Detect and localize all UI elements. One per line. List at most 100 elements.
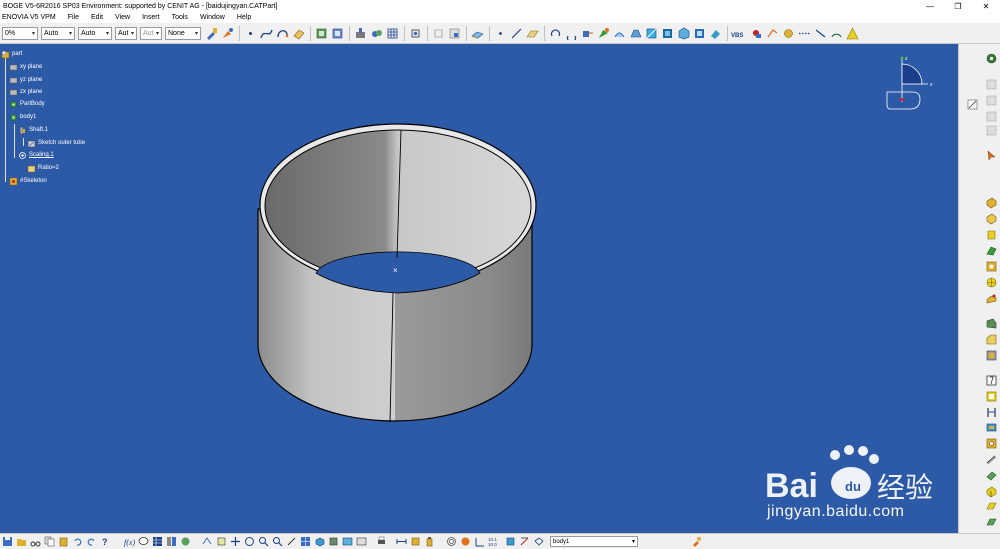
knowledge-icon[interactable] bbox=[781, 26, 795, 40]
redo-icon[interactable] bbox=[86, 536, 97, 547]
point-icon[interactable] bbox=[243, 26, 257, 40]
line-type-combo[interactable]: Auto ▾ bbox=[78, 26, 112, 40]
fill-icon[interactable] bbox=[644, 26, 658, 40]
copy-icon[interactable] bbox=[44, 536, 55, 547]
fillet-icon[interactable] bbox=[985, 317, 998, 330]
fit-all-in-icon[interactable] bbox=[216, 536, 227, 547]
helix-icon[interactable] bbox=[275, 26, 289, 40]
disabled-tool-icon[interactable] bbox=[985, 94, 998, 107]
menu-insert[interactable]: Insert bbox=[136, 14, 166, 21]
point-tool-icon[interactable] bbox=[493, 26, 507, 40]
arc-icon[interactable] bbox=[829, 26, 843, 40]
fit-all-icon[interactable] bbox=[408, 26, 422, 40]
surface-split-icon[interactable] bbox=[985, 469, 998, 482]
warning-icon[interactable] bbox=[845, 26, 859, 40]
tree-node-zx-plane[interactable]: zx plane bbox=[9, 87, 42, 97]
fly-mode-icon[interactable] bbox=[202, 536, 213, 547]
tree-node-partbody[interactable]: PartBody bbox=[9, 99, 45, 109]
compass-icon[interactable]: z x bbox=[882, 54, 942, 116]
symmetry-icon[interactable] bbox=[564, 26, 578, 40]
shading-icon[interactable] bbox=[328, 536, 339, 547]
paint-brush-icon[interactable] bbox=[204, 26, 218, 40]
mirror-icon[interactable] bbox=[985, 406, 998, 419]
line-tool-icon[interactable] bbox=[509, 26, 523, 40]
pad-icon[interactable] bbox=[985, 196, 998, 209]
draft-icon[interactable] bbox=[985, 349, 998, 362]
tree-node-xy-plane[interactable]: xy plane bbox=[9, 62, 42, 72]
translate-icon[interactable] bbox=[580, 26, 594, 40]
polyline-icon[interactable] bbox=[813, 26, 827, 40]
multi-view-icon[interactable] bbox=[300, 536, 311, 547]
parameters-icon[interactable] bbox=[519, 536, 530, 547]
color-icon[interactable] bbox=[460, 536, 471, 547]
add-body-icon[interactable] bbox=[985, 500, 998, 513]
tree-node-sketch-outer-tube[interactable]: Sketch outer tube bbox=[27, 138, 85, 148]
wireframe-icon[interactable] bbox=[533, 536, 544, 547]
sweep-icon[interactable] bbox=[596, 26, 610, 40]
trim-icon[interactable] bbox=[692, 26, 706, 40]
multi-section-icon[interactable] bbox=[660, 26, 674, 40]
disabled-tool-icon[interactable] bbox=[985, 78, 998, 91]
shaft-tool-icon[interactable] bbox=[985, 228, 998, 241]
assemble-icon[interactable] bbox=[985, 485, 998, 498]
pointer-hand-icon[interactable] bbox=[765, 26, 779, 40]
dotted-line-icon[interactable] bbox=[797, 26, 811, 40]
normal-view-icon[interactable] bbox=[286, 536, 297, 547]
law-icon[interactable] bbox=[180, 536, 191, 547]
zoom-out-icon[interactable] bbox=[272, 536, 283, 547]
join-icon[interactable] bbox=[330, 26, 344, 40]
sketch-plane-icon[interactable] bbox=[966, 98, 979, 111]
transparency-combo[interactable]: 0% ▾ bbox=[2, 26, 38, 40]
work-on-support-icon[interactable] bbox=[431, 26, 445, 40]
paste-icon[interactable] bbox=[58, 536, 69, 547]
rib-icon[interactable] bbox=[985, 276, 998, 289]
disabled-tool-icon[interactable] bbox=[985, 110, 998, 123]
cylinder-icon[interactable] bbox=[505, 536, 516, 547]
measure-icon[interactable] bbox=[353, 26, 367, 40]
thickness-icon[interactable] bbox=[985, 390, 998, 403]
minimize-button[interactable]: — bbox=[916, 0, 944, 12]
catalog-icon[interactable] bbox=[749, 26, 763, 40]
plane-tool-icon[interactable] bbox=[525, 26, 539, 40]
measure-between-icon[interactable] bbox=[396, 536, 407, 547]
tree-node-yz-plane[interactable]: yz plane bbox=[9, 75, 42, 85]
hide-show-icon[interactable] bbox=[342, 536, 353, 547]
thread-icon[interactable] bbox=[985, 453, 998, 466]
print-icon[interactable] bbox=[376, 536, 387, 547]
tree-node-scaling1[interactable]: Scaling.1 bbox=[18, 150, 54, 160]
rotate-icon[interactable] bbox=[548, 26, 562, 40]
rendering-style-icon[interactable] bbox=[470, 26, 484, 40]
rule-icon[interactable] bbox=[166, 536, 177, 547]
snap-icon[interactable] bbox=[447, 26, 461, 40]
layer-combo[interactable]: Aut ▾ bbox=[140, 26, 162, 40]
restore-button[interactable]: ❐ bbox=[944, 0, 972, 12]
menu-window[interactable]: Window bbox=[194, 14, 231, 21]
boolean-icon[interactable] bbox=[314, 26, 328, 40]
rotate-view-icon[interactable] bbox=[244, 536, 255, 547]
iso-view-icon[interactable] bbox=[314, 536, 325, 547]
point-type-combo[interactable]: Aut ▾ bbox=[115, 26, 137, 40]
gear-icon[interactable] bbox=[985, 52, 998, 65]
tree-node-shaft1[interactable]: Shaft.1 bbox=[18, 125, 48, 135]
current-body-combo[interactable]: body1 ▾ bbox=[550, 536, 638, 547]
cut-icon[interactable] bbox=[30, 536, 41, 547]
split-icon[interactable] bbox=[676, 26, 690, 40]
cursor-icon[interactable] bbox=[985, 149, 998, 162]
groove-icon[interactable] bbox=[985, 244, 998, 257]
help-icon[interactable]: ? bbox=[100, 536, 111, 547]
tree-node-ratio[interactable]: Ratio=2 bbox=[27, 163, 59, 173]
table-icon[interactable] bbox=[152, 536, 163, 547]
line-weight-combo[interactable]: Auto ▾ bbox=[41, 26, 75, 40]
menu-view[interactable]: View bbox=[109, 14, 136, 21]
menu-tools[interactable]: Tools bbox=[166, 14, 194, 21]
save-icon[interactable] bbox=[2, 536, 13, 547]
tree-node-body1[interactable]: body1 bbox=[9, 112, 36, 122]
extrude-surface-icon[interactable] bbox=[291, 26, 305, 40]
chamfer-icon[interactable] bbox=[985, 333, 998, 346]
spline-icon[interactable] bbox=[259, 26, 273, 40]
hole-icon[interactable] bbox=[985, 260, 998, 273]
pocket-icon[interactable] bbox=[985, 212, 998, 225]
copy-format-icon[interactable] bbox=[220, 26, 234, 40]
undo-icon[interactable] bbox=[72, 536, 83, 547]
scale-icon[interactable] bbox=[985, 437, 998, 450]
